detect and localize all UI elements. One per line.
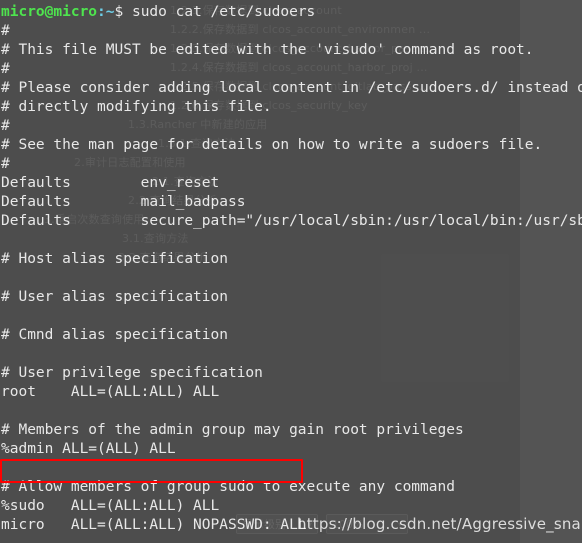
sudoers-line: # <box>1 23 10 39</box>
sudoers-line-sudo-rule: %sudo ALL=(ALL:ALL) ALL <box>1 498 220 514</box>
terminal-prompt-line: micro@micro:~$ sudo cat /etc/sudoers <box>0 3 582 22</box>
sudoers-line: Defaults mail_badpass <box>1 194 246 210</box>
sudoers-line: # Members of the admin group may gain ro… <box>1 422 464 438</box>
prompt-path: :~ <box>97 4 115 20</box>
prompt-user-host: micro@micro <box>1 4 98 20</box>
sudoers-line-blank <box>0 402 582 421</box>
blog-url-watermark: https://blog.csdn.net/Aggressive_snail <box>297 515 582 533</box>
terminal-window: 1.2.1.保存数据到 clcos_account 1.2.2.保存数据到 cl… <box>0 0 582 543</box>
sudoers-line-blank <box>0 535 582 543</box>
sudoers-line: # Please consider adding local content i… <box>1 80 582 96</box>
sudoers-line-blank <box>0 269 582 288</box>
sudoers-line-blank <box>0 231 582 250</box>
sudoers-line: # <box>1 156 10 172</box>
sudoers-line-blank <box>0 459 582 478</box>
sudoers-line: Defaults secure_path="/usr/local/sbin:/u… <box>1 213 582 229</box>
sudoers-line-admin-rule: %admin ALL=(ALL) ALL <box>1 441 176 457</box>
sudoers-line: # Host alias specification <box>1 251 228 267</box>
sudoers-line: # <box>1 118 10 134</box>
sudoers-line: # Allow members of group sudo to execute… <box>1 479 455 495</box>
sudoers-line: # <box>1 61 10 77</box>
sudoers-line: # directly modifying this file. <box>1 99 272 115</box>
sudoers-line-blank <box>0 345 582 364</box>
sudoers-line-blank <box>0 307 582 326</box>
sudoers-line: Defaults env_reset <box>1 175 220 191</box>
sudoers-line: # User alias specification <box>1 289 228 305</box>
sudoers-line: # Cmnd alias specification <box>1 327 228 343</box>
prompt-symbol: $ <box>114 4 124 20</box>
terminal-output[interactable]: micro@micro:~$ sudo cat /etc/sudoers # #… <box>0 0 582 543</box>
sudoers-line: # User privilege specification <box>1 365 263 381</box>
sudoers-line-root-rule: root ALL=(ALL:ALL) ALL <box>1 384 220 400</box>
prompt-command: sudo cat /etc/sudoers <box>123 4 316 20</box>
sudoers-line: # This file MUST be edited with the 'vis… <box>1 42 534 58</box>
sudoers-line: # See the man page for details on how to… <box>1 137 543 153</box>
